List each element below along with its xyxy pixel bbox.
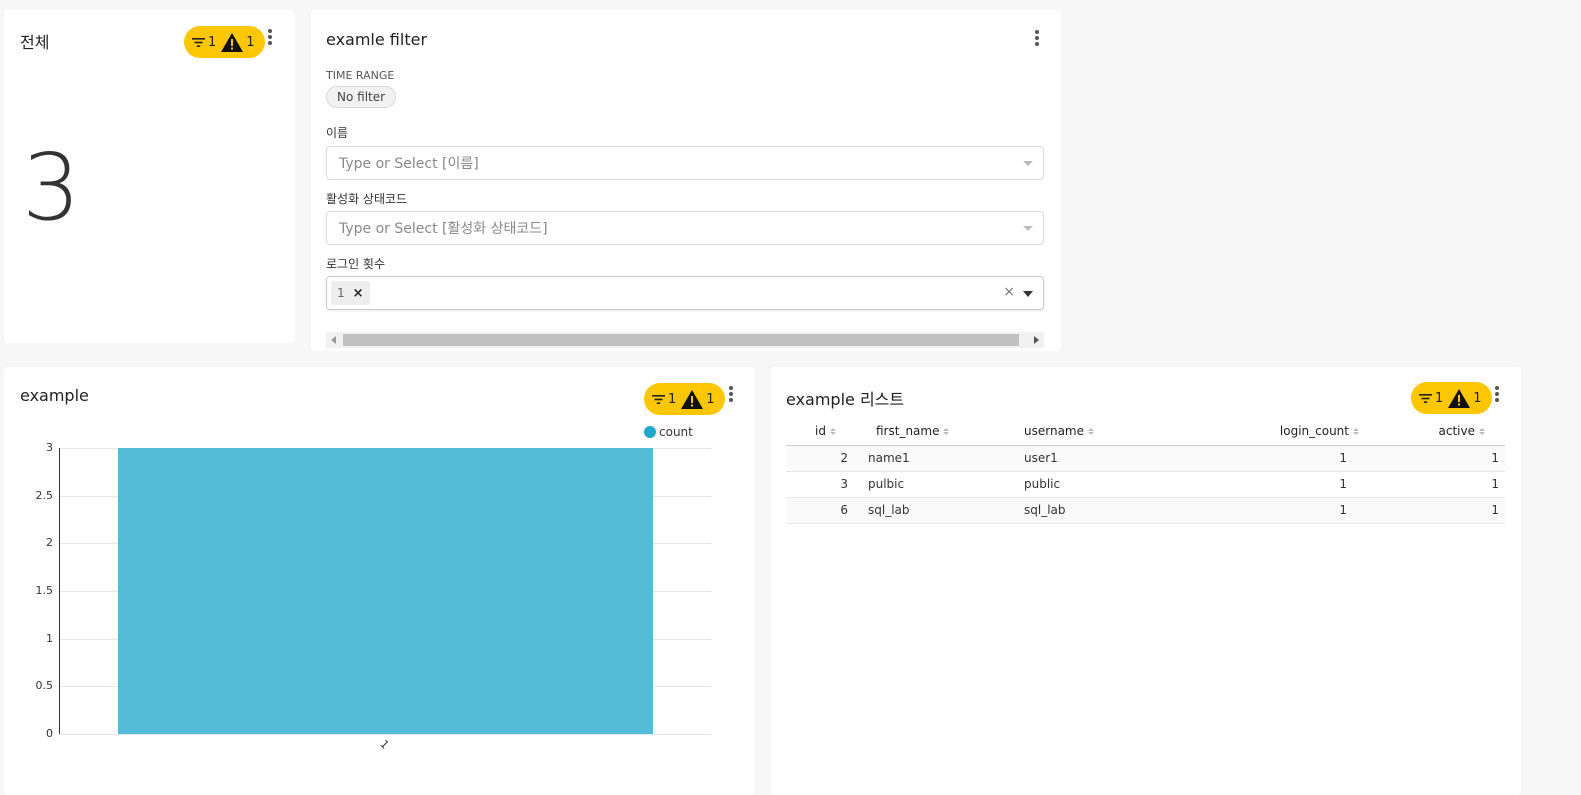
horizontal-scrollbar[interactable] (326, 332, 1044, 348)
remove-tag-icon[interactable]: × (353, 286, 364, 301)
y-tick-label: 0.5 (35, 679, 54, 692)
column-header-username[interactable]: username (1024, 418, 1194, 446)
cell-first-name: name1 (856, 445, 1024, 472)
cell-active: 1 (1359, 497, 1505, 524)
table-row[interactable]: 6 sql_lab sql_lab 1 1 (786, 497, 1505, 524)
column-header-first-name[interactable]: first_name (856, 418, 1024, 446)
y-tick-label: 3 (46, 441, 53, 454)
chevron-down-icon (1023, 161, 1033, 166)
scrollbar-thumb[interactable] (343, 334, 1019, 346)
filter-warning-badge[interactable]: 1 1 (184, 26, 265, 58)
table-header-row: id first_name username login_count activ… (786, 418, 1505, 446)
cell-username: public (1024, 471, 1194, 498)
big-number-title: 전체 (20, 33, 50, 52)
status-filter-select[interactable]: Type or Select [활성화 상태코드] (326, 211, 1044, 245)
warning-icon (221, 32, 244, 52)
filter-count: 1 (208, 34, 217, 50)
cell-first-name: pulbic (856, 471, 1024, 498)
cell-first-name: sql_lab (856, 497, 1024, 524)
cell-login-count: 1 (1194, 471, 1359, 498)
cell-id: 2 (786, 445, 856, 472)
login-filter-select[interactable]: 1 × × (326, 276, 1044, 310)
y-tick-label: 0 (46, 727, 53, 740)
column-header-active[interactable]: active (1359, 418, 1505, 446)
chevron-down-icon (1023, 226, 1033, 231)
filter-warning-badge[interactable]: 1 1 (1411, 382, 1492, 414)
y-tick-label: 1 (46, 632, 53, 645)
sort-icon (1353, 428, 1359, 436)
status-filter-label: 활성화 상태코드 (326, 192, 408, 206)
name-filter-placeholder: Type or Select [이름] (339, 156, 479, 172)
chevron-down-icon[interactable] (1023, 291, 1033, 297)
filter-count: 1 (1435, 390, 1444, 406)
cell-active: 1 (1359, 445, 1505, 472)
selected-tag: 1 × (331, 281, 370, 305)
filter-panel-card: examle filter TIME RANGE No filter 이름 Ty… (311, 10, 1061, 351)
name-filter-select[interactable]: Type or Select [이름] (326, 146, 1044, 180)
y-tick-label: 2 (46, 536, 53, 549)
warning-count: 1 (1473, 390, 1482, 406)
warning-icon (1448, 388, 1471, 408)
more-menu-icon[interactable] (264, 27, 276, 47)
status-filter-placeholder: Type or Select [활성화 상태코드] (339, 221, 548, 237)
bar-chart-card: example 1 1 count 0 0.5 1 1.5 2 2.5 3 1 (4, 367, 755, 795)
gridline (59, 734, 711, 735)
filter-icon (192, 37, 205, 47)
bar[interactable] (118, 448, 653, 734)
big-number-value: 3 (22, 134, 81, 241)
sort-icon (830, 428, 836, 436)
table-row[interactable]: 3 pulbic public 1 1 (786, 471, 1505, 498)
login-filter-label: 로그인 횟수 (326, 257, 386, 271)
chart-plot-area: 0 0.5 1 1.5 2 2.5 3 1 (4, 367, 755, 795)
table-title: example 리스트 (786, 390, 905, 409)
time-range-label: TIME RANGE (326, 69, 395, 82)
selected-tag-value: 1 (337, 286, 345, 300)
y-tick-label: 1.5 (35, 584, 54, 597)
table-card: example 리스트 1 1 id first_name username l… (771, 367, 1521, 795)
cell-login-count: 1 (1194, 445, 1359, 472)
more-menu-icon[interactable] (1491, 384, 1503, 404)
name-filter-label: 이름 (326, 126, 349, 140)
cell-active: 1 (1359, 471, 1505, 498)
sort-icon (1479, 428, 1485, 436)
filter-panel-title: examle filter (326, 30, 428, 49)
x-tick-label: 1 (377, 737, 392, 752)
data-table: id first_name username login_count activ… (786, 418, 1505, 524)
warning-count: 1 (246, 34, 255, 50)
sort-icon (943, 428, 950, 436)
big-number-card: 전체 1 1 3 (4, 10, 295, 343)
cell-id: 3 (786, 471, 856, 498)
column-header-id[interactable]: id (786, 418, 856, 446)
more-menu-icon[interactable] (1031, 28, 1043, 48)
y-axis-line (59, 448, 60, 734)
clear-icon[interactable]: × (1003, 284, 1015, 300)
cell-login-count: 1 (1194, 497, 1359, 524)
scroll-left-icon[interactable] (331, 336, 336, 344)
cell-username: sql_lab (1024, 497, 1194, 524)
cell-id: 6 (786, 497, 856, 524)
time-range-pill[interactable]: No filter (326, 86, 397, 108)
scroll-right-icon[interactable] (1034, 336, 1039, 344)
sort-icon (1088, 428, 1094, 436)
y-tick-label: 2.5 (35, 489, 54, 502)
column-header-login-count[interactable]: login_count (1194, 418, 1359, 446)
cell-username: user1 (1024, 445, 1194, 472)
table-row[interactable]: 2 name1 user1 1 1 (786, 445, 1505, 472)
filter-icon (1419, 393, 1432, 403)
